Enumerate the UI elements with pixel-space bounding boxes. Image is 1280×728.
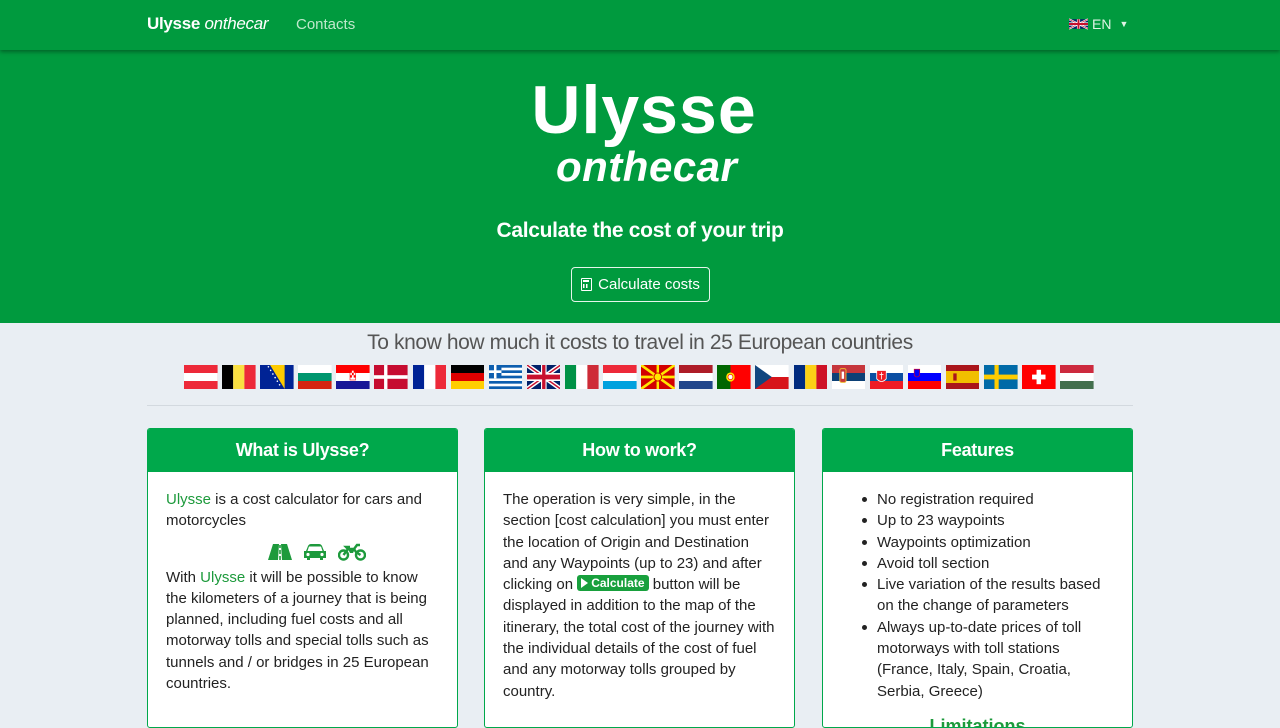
card1-description: With Ulysse it will be possible to know … xyxy=(166,567,439,695)
belgium-flag-icon[interactable] xyxy=(222,365,256,389)
calculate-inline-button: Calculate xyxy=(577,575,649,592)
chevron-down-icon: ▼ xyxy=(1119,19,1129,29)
car-icon xyxy=(303,543,326,560)
card-title: What is Ulysse? xyxy=(148,429,457,472)
list-item: Live variation of the results based on t… xyxy=(841,574,1114,617)
italy-flag-icon[interactable] xyxy=(564,365,599,389)
serbia-flag-icon[interactable] xyxy=(831,365,866,389)
country-flags xyxy=(184,365,1094,389)
czech-republic-flag-icon[interactable] xyxy=(755,365,789,389)
north-macedonia-flag-icon[interactable] xyxy=(641,365,675,389)
list-item: Up to 23 waypoints xyxy=(841,510,1114,531)
spain-flag-icon[interactable] xyxy=(945,365,980,389)
brand-name: Ulysse xyxy=(166,491,212,508)
slovakia-flag-icon[interactable] xyxy=(869,365,904,389)
hero-logo-italic: onthecar xyxy=(556,143,738,190)
hungary-flag-icon[interactable] xyxy=(1060,365,1094,389)
brand-italic: onthecar xyxy=(204,14,269,33)
list-item: No registration required xyxy=(841,489,1114,510)
calculate-costs-label: Calculate costs xyxy=(598,276,700,293)
calculate-pill-label: Calculate xyxy=(591,575,645,590)
features-card: Features No registration required Up to … xyxy=(822,428,1133,728)
slovenia-flag-icon[interactable] xyxy=(907,365,942,389)
how-to-work-card: How to work? The operation is very simpl… xyxy=(484,428,795,728)
card2-text: The operation is very simple, in the sec… xyxy=(503,489,776,702)
denmark-flag-icon[interactable] xyxy=(374,365,409,389)
list-item: Always up-to-date prices of toll motorwa… xyxy=(841,617,1114,702)
brand-link[interactable]: Ulysse onthecar xyxy=(147,14,269,34)
countries-title: To know how much it costs to travel in 2… xyxy=(367,331,913,354)
romania-flag-icon[interactable] xyxy=(793,365,828,389)
hero-banner: Ulysse onthecar Calculate the cost of yo… xyxy=(0,50,1280,323)
list-item: Waypoints optimization xyxy=(841,532,1114,553)
what-is-ulysse-card: What is Ulysse? Ulysse is a cost calcula… xyxy=(147,428,458,728)
card-title: Features xyxy=(823,429,1132,472)
motorcycle-icon xyxy=(337,543,366,561)
features-list: No registration required Up to 23 waypoi… xyxy=(841,489,1114,702)
card-title: How to work? xyxy=(485,429,794,472)
uk-flag-icon xyxy=(1069,18,1088,30)
netherlands-flag-icon[interactable] xyxy=(679,365,713,389)
play-icon xyxy=(581,578,589,589)
section-divider xyxy=(147,405,1133,406)
language-label: EN xyxy=(1092,16,1112,32)
language-dropdown[interactable]: EN ▼ xyxy=(1069,16,1128,32)
desc-rest: it will be possible to know the kilomete… xyxy=(166,568,429,693)
switzerland-flag-icon[interactable] xyxy=(1022,365,1056,389)
card1-intro: Ulysse is a cost calculator for cars and… xyxy=(166,489,439,532)
croatia-flag-icon[interactable] xyxy=(336,365,370,389)
united-kingdom-flag-icon[interactable] xyxy=(526,365,561,389)
navbar: Ulysse onthecar Contacts EN ▼ xyxy=(0,0,1280,50)
text-after: button will be displayed in addition to … xyxy=(503,576,775,700)
bulgaria-flag-icon[interactable] xyxy=(298,365,332,389)
germany-flag-icon[interactable] xyxy=(450,365,485,389)
nav-contacts-link[interactable]: Contacts xyxy=(296,16,355,33)
portugal-flag-icon[interactable] xyxy=(717,365,751,389)
brand-main: Ulysse xyxy=(147,14,201,33)
road-icon xyxy=(267,543,292,560)
calculate-costs-button[interactable]: Calculate costs xyxy=(571,267,710,302)
list-item: Avoid toll section xyxy=(841,553,1114,574)
bosnia-flag-icon[interactable] xyxy=(260,365,294,389)
sweden-flag-icon[interactable] xyxy=(983,365,1018,389)
hero-tagline: Calculate the cost of your trip xyxy=(496,219,784,242)
desc-start: With xyxy=(166,568,201,586)
calculator-icon xyxy=(581,278,593,291)
vehicle-icons xyxy=(194,543,439,561)
brand-name-inline: Ulysse xyxy=(200,568,246,586)
luxembourg-flag-icon[interactable] xyxy=(603,365,637,389)
austria-flag-icon[interactable] xyxy=(184,365,218,389)
limitations-heading: Limitations xyxy=(929,715,1026,728)
greece-flag-icon[interactable] xyxy=(488,365,523,389)
hero-logo-main: Ulysse xyxy=(531,72,757,148)
france-flag-icon[interactable] xyxy=(412,365,447,389)
